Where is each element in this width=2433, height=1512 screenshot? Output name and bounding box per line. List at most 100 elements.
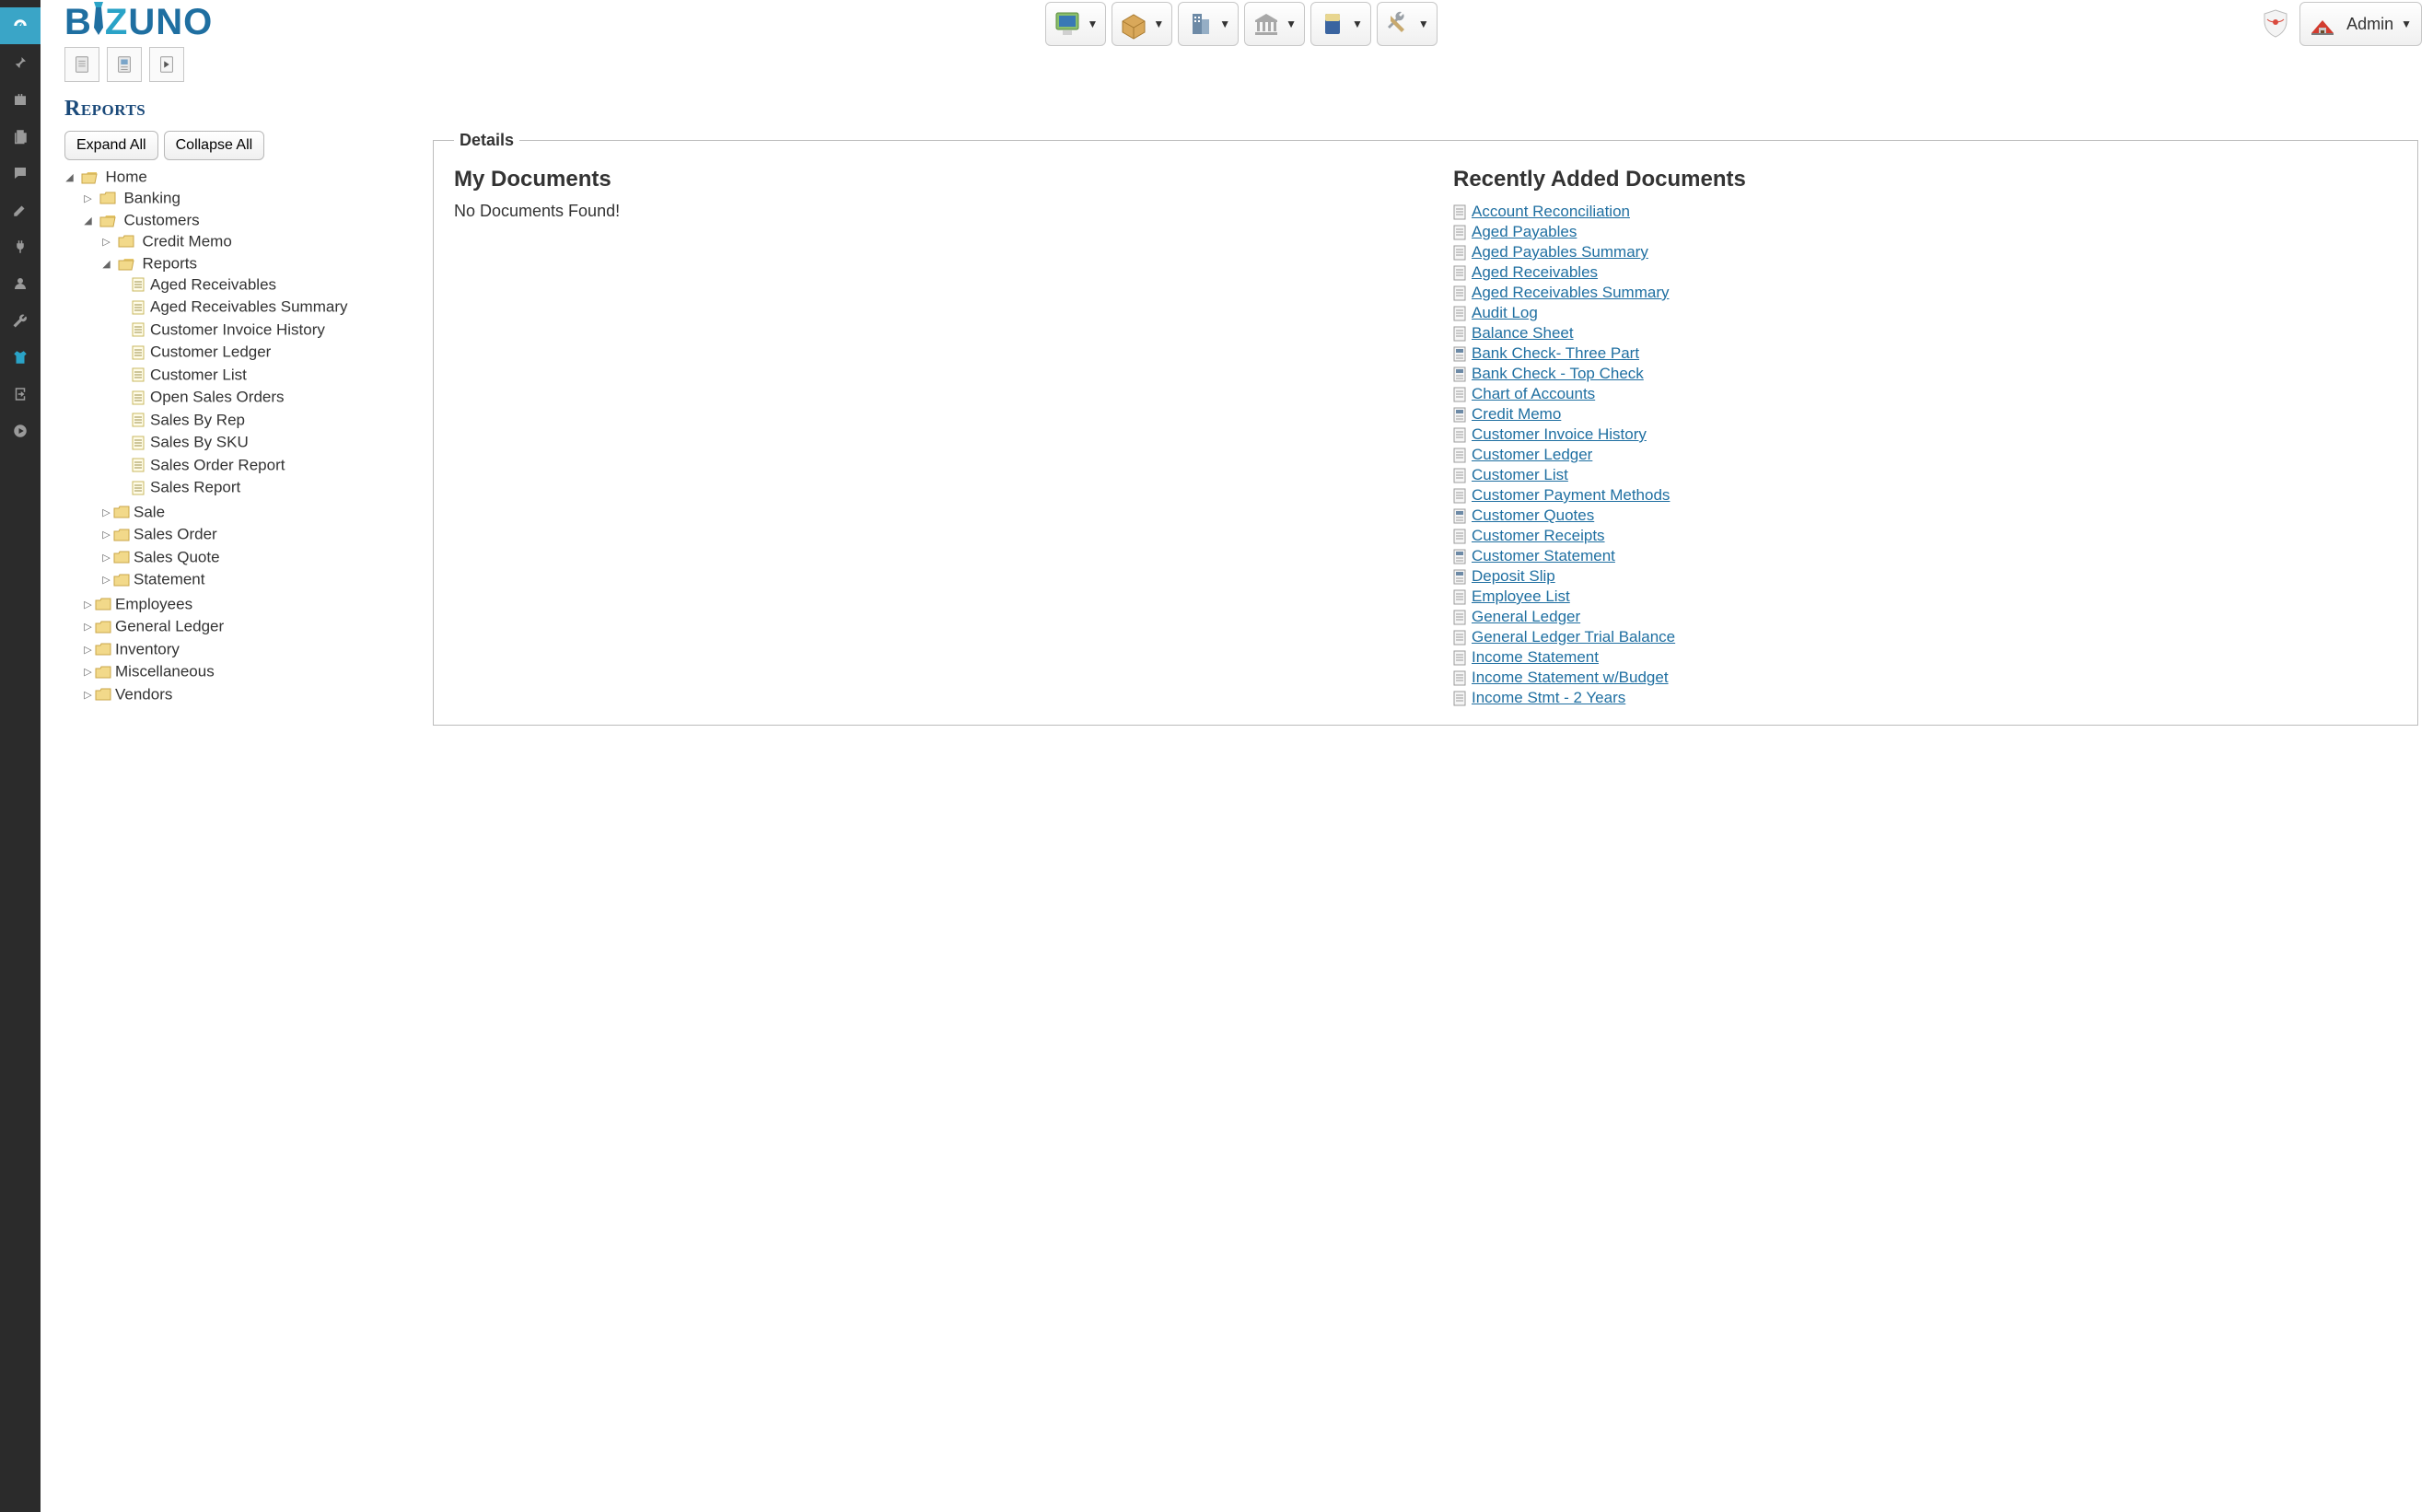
- toolbar-document-icon[interactable]: [64, 47, 99, 82]
- recent-doc-link[interactable]: Chart of Accounts: [1453, 384, 2397, 404]
- recent-doc-label: Credit Memo: [1472, 405, 1561, 424]
- tree-node-reports[interactable]: ◢ Reports Aged Receivables Aged Receivab…: [101, 252, 433, 501]
- recent-doc-link[interactable]: Income Statement w/Budget: [1453, 668, 2397, 688]
- rail-wrench-icon[interactable]: [0, 302, 41, 339]
- rail-briefcase-icon[interactable]: [0, 81, 41, 118]
- tree-toggle-icon[interactable]: ▷: [83, 621, 93, 633]
- tree-toggle-icon[interactable]: ▷: [83, 599, 93, 611]
- expand-all-button[interactable]: Expand All: [64, 131, 158, 160]
- form-file-icon: [1453, 346, 1466, 362]
- tree-node-misc[interactable]: ▷Miscellaneous: [83, 660, 433, 683]
- toolbar-image-icon[interactable]: [107, 47, 142, 82]
- top-menu-bank[interactable]: ▼: [1244, 2, 1305, 46]
- recent-doc-link[interactable]: Bank Check- Three Part: [1453, 343, 2397, 364]
- tree-node-sale[interactable]: ▷Sale: [101, 501, 433, 524]
- recent-doc-link[interactable]: General Ledger: [1453, 607, 2397, 627]
- tree-toggle-icon[interactable]: ▷: [83, 689, 93, 701]
- tree-leaf-customer-ledger[interactable]: Customer Ledger: [120, 341, 433, 364]
- rail-shirt-icon[interactable]: [0, 339, 41, 376]
- tree-toggle-icon[interactable]: ▷: [83, 192, 93, 204]
- recent-doc-link[interactable]: Aged Payables Summary: [1453, 242, 2397, 262]
- tree-leaf-customer-list[interactable]: Customer List: [120, 364, 433, 387]
- tree-node-customers[interactable]: ◢ Customers ▷ Credit Memo: [83, 209, 433, 593]
- recent-doc-link[interactable]: Customer Quotes: [1453, 506, 2397, 526]
- tree-toggle-icon[interactable]: ▷: [101, 552, 111, 564]
- tree-node-inventory[interactable]: ▷Inventory: [83, 638, 433, 661]
- tree-node-sales-order[interactable]: ▷Sales Order: [101, 523, 433, 546]
- app-logo[interactable]: B ZUNO: [64, 2, 213, 43]
- tree-leaf-open-sales-orders[interactable]: Open Sales Orders: [120, 386, 433, 409]
- tree-leaf-customer-invoice-history[interactable]: Customer Invoice History: [120, 319, 433, 342]
- report-file-icon: [132, 436, 145, 450]
- recent-doc-label: Aged Receivables Summary: [1472, 284, 1669, 302]
- top-menu-building[interactable]: ▼: [1178, 2, 1239, 46]
- tree-node-home[interactable]: ◢ Home ▷ Banking ◢: [64, 166, 433, 707]
- top-menu-computer[interactable]: ▼: [1045, 2, 1106, 46]
- recent-doc-link[interactable]: Customer Receipts: [1453, 526, 2397, 546]
- rail-play-icon[interactable]: [0, 413, 41, 449]
- tree-leaf-sales-order-report[interactable]: Sales Order Report: [120, 454, 433, 477]
- tree-leaf-sales-by-sku[interactable]: Sales By SKU: [120, 431, 433, 454]
- report-file-icon: [1453, 448, 1466, 463]
- recent-doc-link[interactable]: Income Stmt - 2 Years: [1453, 688, 2397, 708]
- tree-node-credit-memo[interactable]: ▷ Credit Memo: [101, 230, 433, 253]
- top-menu-eraser[interactable]: ▼: [1310, 2, 1371, 46]
- tree-leaf-sales-by-rep[interactable]: Sales By Rep: [120, 409, 433, 432]
- top-menu-tools[interactable]: ▼: [1377, 2, 1438, 46]
- tree-toggle-icon[interactable]: ▷: [83, 644, 93, 656]
- tree-node-sales-quote[interactable]: ▷Sales Quote: [101, 546, 433, 569]
- recent-doc-link[interactable]: Credit Memo: [1453, 404, 2397, 425]
- tree-node-banking[interactable]: ▷ Banking: [83, 187, 433, 210]
- recent-doc-link[interactable]: General Ledger Trial Balance: [1453, 627, 2397, 647]
- recent-doc-link[interactable]: Customer Ledger: [1453, 445, 2397, 465]
- rail-copy-icon[interactable]: [0, 118, 41, 155]
- rail-plug-icon[interactable]: [0, 228, 41, 265]
- recent-doc-link[interactable]: Customer Invoice History: [1453, 425, 2397, 445]
- folder-icon: [95, 688, 111, 701]
- tree-toggle-icon[interactable]: ▷: [101, 529, 111, 541]
- tree-toggle-icon[interactable]: ◢: [83, 215, 93, 227]
- report-file-icon: [1453, 650, 1466, 666]
- tree-toggle-icon[interactable]: ▷: [101, 506, 111, 518]
- recent-doc-link[interactable]: Customer Statement: [1453, 546, 2397, 566]
- tree-leaf-sales-report[interactable]: Sales Report: [120, 476, 433, 499]
- collapse-all-button[interactable]: Collapse All: [164, 131, 265, 160]
- folder-icon: [95, 598, 111, 611]
- tree-toggle-icon[interactable]: ◢: [101, 258, 111, 270]
- rail-pencil-icon[interactable]: [0, 192, 41, 228]
- rail-export-icon[interactable]: [0, 376, 41, 413]
- recent-doc-link[interactable]: Deposit Slip: [1453, 566, 2397, 587]
- recent-doc-link[interactable]: Account Reconciliation: [1453, 202, 2397, 222]
- rail-chat-icon[interactable]: [0, 155, 41, 192]
- tree-leaf-aged-receivables-summary[interactable]: Aged Receivables Summary: [120, 296, 433, 319]
- recent-doc-link[interactable]: Aged Receivables: [1453, 262, 2397, 283]
- recent-doc-link[interactable]: Aged Receivables Summary: [1453, 283, 2397, 303]
- recent-doc-link[interactable]: Customer Payment Methods: [1453, 485, 2397, 506]
- tree-node-statement[interactable]: ▷Statement: [101, 568, 433, 591]
- tree-toggle-icon[interactable]: ◢: [64, 171, 75, 183]
- recent-doc-link[interactable]: Bank Check - Top Check: [1453, 364, 2397, 384]
- recent-doc-link[interactable]: Aged Payables: [1453, 222, 2397, 242]
- tree-node-general-ledger[interactable]: ▷General Ledger: [83, 615, 433, 638]
- tree-node-vendors[interactable]: ▷Vendors: [83, 683, 433, 706]
- security-shield-icon[interactable]: [2259, 7, 2292, 41]
- tree-toggle-icon[interactable]: ▷: [83, 666, 93, 678]
- top-menu-box[interactable]: ▼: [1112, 2, 1172, 46]
- recent-doc-link[interactable]: Balance Sheet: [1453, 323, 2397, 343]
- top-bar: B ZUNO ▼: [41, 0, 2433, 86]
- tree-node-employees[interactable]: ▷Employees: [83, 593, 433, 616]
- recent-doc-link[interactable]: Customer List: [1453, 465, 2397, 485]
- recent-doc-link[interactable]: Employee List: [1453, 587, 2397, 607]
- tree-leaf-aged-receivables[interactable]: Aged Receivables: [120, 273, 433, 297]
- admin-menu-button[interactable]: Admin ▼: [2299, 2, 2422, 46]
- rail-person-icon[interactable]: [0, 265, 41, 302]
- form-file-icon: [1453, 407, 1466, 423]
- tree-toggle-icon[interactable]: ▷: [101, 236, 111, 248]
- tree-toggle-icon[interactable]: ▷: [101, 574, 111, 586]
- toolbar-back-icon[interactable]: [149, 47, 184, 82]
- rail-dashboard-icon[interactable]: [0, 7, 41, 44]
- rail-pin-icon[interactable]: [0, 44, 41, 81]
- recent-doc-link[interactable]: Income Statement: [1453, 647, 2397, 668]
- report-file-icon: [1453, 529, 1466, 544]
- recent-doc-link[interactable]: Audit Log: [1453, 303, 2397, 323]
